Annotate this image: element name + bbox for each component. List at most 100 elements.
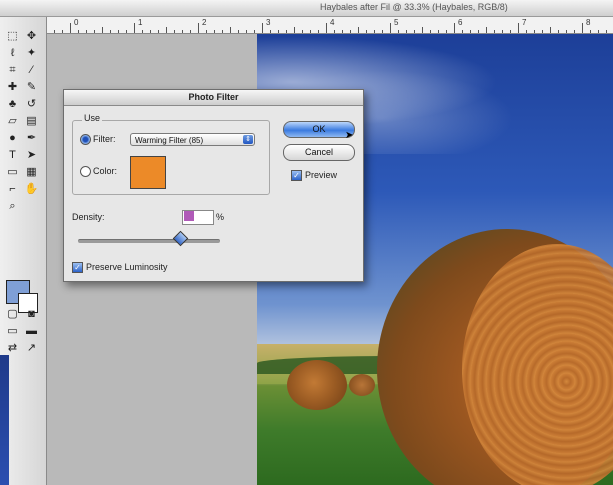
ruler-tick <box>350 30 351 33</box>
ruler-tick <box>382 30 383 33</box>
history-brush-tool-icon[interactable]: ↺ <box>23 97 40 112</box>
healing-tool-icon[interactable]: ✚ <box>4 80 21 95</box>
preserve-luminosity-label: Preserve Luminosity <box>86 262 168 272</box>
ruler-tick <box>190 30 191 33</box>
ruler-tick <box>566 30 567 33</box>
ruler-tick <box>438 30 439 33</box>
ruler-tick <box>422 27 423 33</box>
ruler-tick <box>86 30 87 33</box>
path-select-tool-icon[interactable]: ➤ <box>23 148 40 163</box>
ruler-tick <box>270 30 271 33</box>
ruler-tick <box>510 30 511 33</box>
filter-radio[interactable] <box>80 134 91 145</box>
ruler-tick <box>478 30 479 33</box>
pen-tool-icon[interactable]: ✒ <box>23 131 40 146</box>
zoom-tool-icon[interactable]: ⌕ <box>4 199 21 214</box>
color-radio[interactable] <box>80 166 91 177</box>
edit-arrow-icon[interactable]: ↗ <box>23 341 40 356</box>
ruler-tick <box>158 30 159 33</box>
ruler-tick <box>54 30 55 33</box>
hand-tool-icon[interactable]: ✋ <box>23 182 40 197</box>
horizontal-ruler: 0 1 2 3 4 5 6 7 8 <box>46 17 613 34</box>
ruler-tick <box>390 23 391 33</box>
cancel-button[interactable]: Cancel <box>283 144 355 161</box>
ruler-tick <box>590 30 591 33</box>
gradient-tool-icon[interactable]: ▤ <box>23 114 40 129</box>
ruler-tick <box>262 23 263 33</box>
preview-checkbox[interactable]: ✓ <box>291 170 302 181</box>
ruler-tick <box>174 30 175 33</box>
ruler-tick <box>206 30 207 33</box>
mouse-cursor-icon: ➤ <box>345 130 354 141</box>
type-tool-icon[interactable]: T <box>4 148 21 163</box>
ruler-tick <box>166 27 167 33</box>
ruler-tick <box>94 30 95 33</box>
ruler-tick <box>454 23 455 33</box>
density-slider-track[interactable] <box>78 239 220 243</box>
eyedropper-tool-icon[interactable]: ⌐ <box>4 182 21 197</box>
ruler-label: 7 <box>522 18 527 27</box>
density-label: Density: <box>72 212 105 222</box>
ruler-tick <box>326 23 327 33</box>
title-bar: Haybales after Fil @ 33.3% (Haybales, RG… <box>0 0 613 17</box>
density-value <box>184 211 194 221</box>
ruler-tick <box>302 30 303 33</box>
ruler-tick <box>214 30 215 33</box>
ruler-label: 1 <box>138 18 143 27</box>
filter-label: Filter: <box>93 134 116 144</box>
filter-select[interactable]: Warming Filter (85) ⇕ <box>130 133 255 146</box>
ruler-tick <box>534 30 535 33</box>
ruler-tick <box>470 30 471 33</box>
brush-tool-icon[interactable]: ✎ <box>23 80 40 95</box>
ruler-label: 4 <box>330 18 335 27</box>
eraser-tool-icon[interactable]: ▱ <box>4 114 21 129</box>
crop-tool-icon[interactable]: ⌗ <box>4 63 21 78</box>
standard-mode-icon[interactable]: ▢ <box>4 307 21 322</box>
screen-mode-icon[interactable]: ▭ <box>4 324 21 339</box>
ruler-tick <box>230 27 231 33</box>
ruler-tick <box>286 30 287 33</box>
small-hay-bale <box>287 360 347 410</box>
jump-to-imageready-icon[interactable]: ⇄ <box>4 341 21 356</box>
ruler-tick <box>550 27 551 33</box>
ruler-label: 6 <box>458 18 463 27</box>
density-unit: % <box>216 212 225 222</box>
quick-mask-icon[interactable]: ◙ <box>23 307 40 322</box>
photoshop-window: Haybales after Fil @ 33.3% (Haybales, RG… <box>0 0 613 485</box>
ruler-tick <box>278 30 279 33</box>
notes-tool-icon[interactable]: ▦ <box>23 165 40 180</box>
ruler-tick <box>70 23 71 33</box>
ruler-tick <box>542 30 543 33</box>
ruler-tick <box>294 27 295 33</box>
ruler-tick <box>366 30 367 33</box>
ruler-tick <box>310 30 311 33</box>
marquee-tool-icon[interactable]: ⬚ <box>4 29 21 44</box>
ruler-tick <box>598 30 599 33</box>
ruler-tick <box>334 30 335 33</box>
move-tool-icon[interactable]: ✥ <box>23 29 40 44</box>
shape-tool-icon[interactable]: ▭ <box>4 165 21 180</box>
ruler-tick <box>430 30 431 33</box>
fullscreen-mode-icon[interactable]: ▬ <box>23 324 40 339</box>
ruler-label: 5 <box>394 18 399 27</box>
ruler-tick <box>246 30 247 33</box>
density-slider-knob[interactable] <box>172 230 189 247</box>
dodge-tool-icon[interactable]: ● <box>4 131 21 146</box>
photo-filter-dialog: Photo Filter Use Filter: Warming Filter … <box>63 89 364 282</box>
preserve-luminosity-checkbox[interactable]: ✓ <box>72 262 83 273</box>
distant-hay-bale <box>349 374 375 396</box>
ruler-tick <box>238 30 239 33</box>
ruler-tick <box>494 30 495 33</box>
slice-tool-icon[interactable]: ⁄ <box>23 63 40 78</box>
ruler-tick <box>574 30 575 33</box>
stamp-tool-icon[interactable]: ♣ <box>4 97 21 112</box>
magic-wand-tool-icon[interactable]: ✦ <box>23 46 40 61</box>
ruler-label: 2 <box>202 18 207 27</box>
ruler-tick <box>134 23 135 33</box>
ruler-tick <box>118 30 119 33</box>
ruler-tick <box>198 23 199 33</box>
lasso-tool-icon[interactable]: ℓ <box>4 46 21 61</box>
ruler-tick <box>78 30 79 33</box>
ruler-label: 0 <box>74 18 79 27</box>
color-swatch[interactable] <box>130 156 166 189</box>
